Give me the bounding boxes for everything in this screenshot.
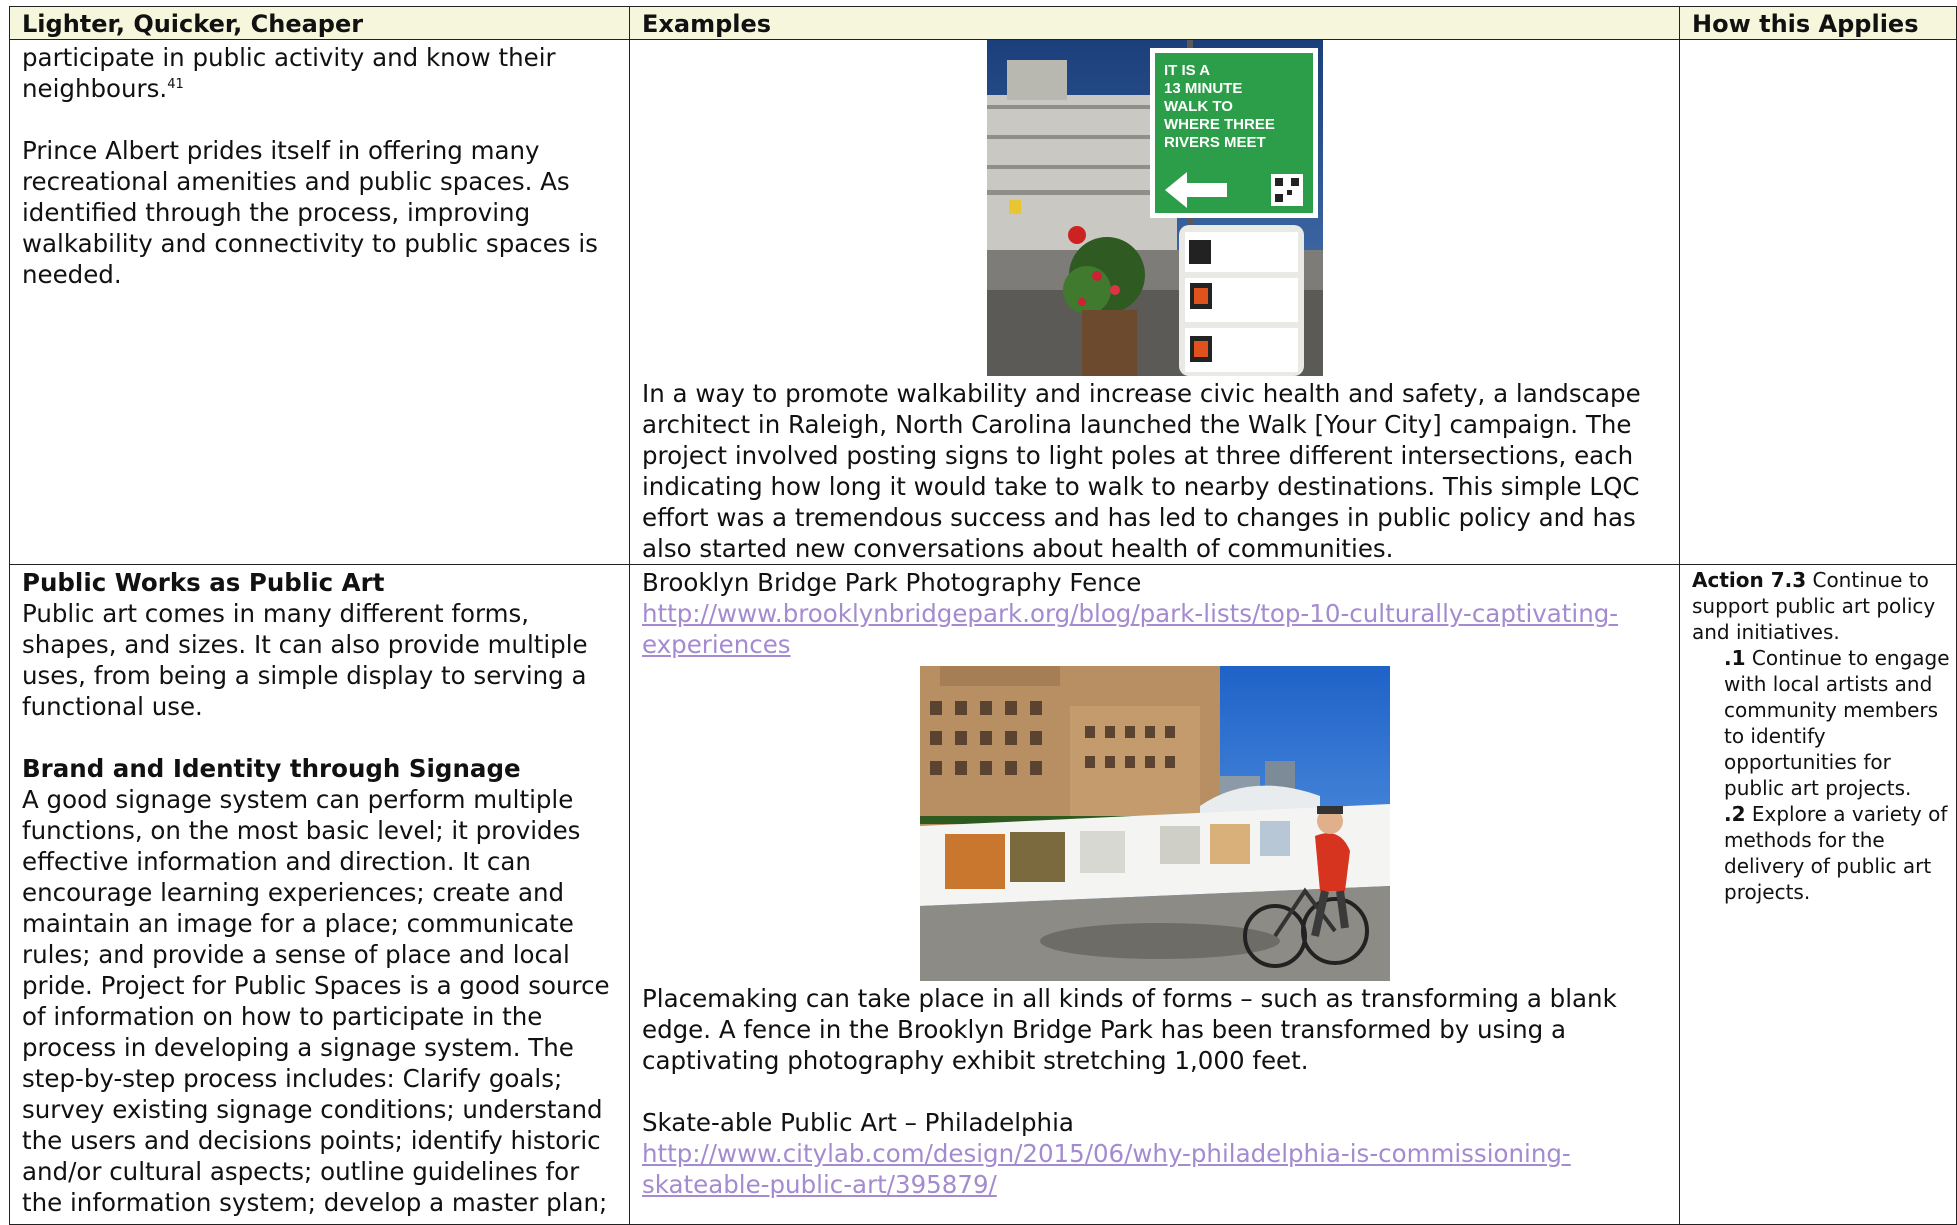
section-heading: Brand and Identity through Signage <box>22 754 521 783</box>
lqc-table: Lighter, Quicker, Cheaper Examples How t… <box>9 6 1957 1225</box>
svg-text:13 MINUTE: 13 MINUTE <box>1164 80 1242 97</box>
example-cell: IT IS A 13 MINUTE WALK TO WHERE THREE RI… <box>629 39 1680 565</box>
header-examples: Examples <box>629 6 1680 40</box>
lqc-paragraph: Prince Albert prides itself in offering … <box>22 136 598 289</box>
table-row: Public Works as Public Art Public art co… <box>9 564 1957 1225</box>
footnote-ref: 41 <box>167 77 184 92</box>
photography-fence-photo <box>919 666 1390 981</box>
example-title: Skate-able Public Art – Philadelphia <box>642 1108 1074 1137</box>
photography-fence-photo-graphic <box>919 666 1390 981</box>
table-row: participate in public activity and know … <box>9 39 1957 565</box>
applies-cell: Action 7.3 Continue to support public ar… <box>1679 564 1957 1225</box>
lqc-paragraph: Public art comes in many different forms… <box>22 599 588 721</box>
action-subitem: .2 Explore a variety of methods for the … <box>1724 802 1948 904</box>
svg-text:WHERE THREE: WHERE THREE <box>1164 116 1275 133</box>
example-caption: Placemaking can take place in all kinds … <box>642 984 1617 1075</box>
section-heading: Public Works as Public Art <box>22 568 385 597</box>
lqc-cell: participate in public activity and know … <box>9 39 630 565</box>
citylab-skateable-art-link[interactable]: http://www.citylab.com/design/2015/06/wh… <box>642 1139 1571 1199</box>
example-cell: Brooklyn Bridge Park Photography Fence h… <box>629 564 1680 1225</box>
action-subitem: .1 Continue to engage with local artists… <box>1724 646 1950 800</box>
svg-text:RIVERS MEET: RIVERS MEET <box>1164 134 1266 151</box>
walk-your-city-photo-graphic: IT IS A 13 MINUTE WALK TO WHERE THREE RI… <box>986 40 1323 376</box>
header-row: Lighter, Quicker, Cheaper Examples How t… <box>9 6 1957 40</box>
example-caption: In a way to promote walkability and incr… <box>642 379 1641 563</box>
brooklyn-bridge-park-link[interactable]: http://www.brooklynbridgepark.org/blog/p… <box>642 599 1618 659</box>
lqc-paragraph: participate in public activity and know … <box>22 43 556 103</box>
example-title: Brooklyn Bridge Park Photography Fence <box>642 568 1142 597</box>
applies-cell <box>1679 39 1957 565</box>
svg-text:WALK TO: WALK TO <box>1164 98 1233 115</box>
header-lqc: Lighter, Quicker, Cheaper <box>9 6 630 40</box>
lqc-cell: Public Works as Public Art Public art co… <box>9 564 630 1225</box>
action-label: Action 7.3 <box>1692 568 1807 592</box>
header-how-applies: How this Applies <box>1679 6 1957 40</box>
svg-text:IT IS A: IT IS A <box>1164 62 1210 79</box>
action-item: Action 7.3 Continue to support public ar… <box>1692 568 1936 644</box>
lqc-paragraph: A good signage system can perform multip… <box>22 785 610 1217</box>
walk-your-city-photo: IT IS A 13 MINUTE WALK TO WHERE THREE RI… <box>986 40 1323 376</box>
